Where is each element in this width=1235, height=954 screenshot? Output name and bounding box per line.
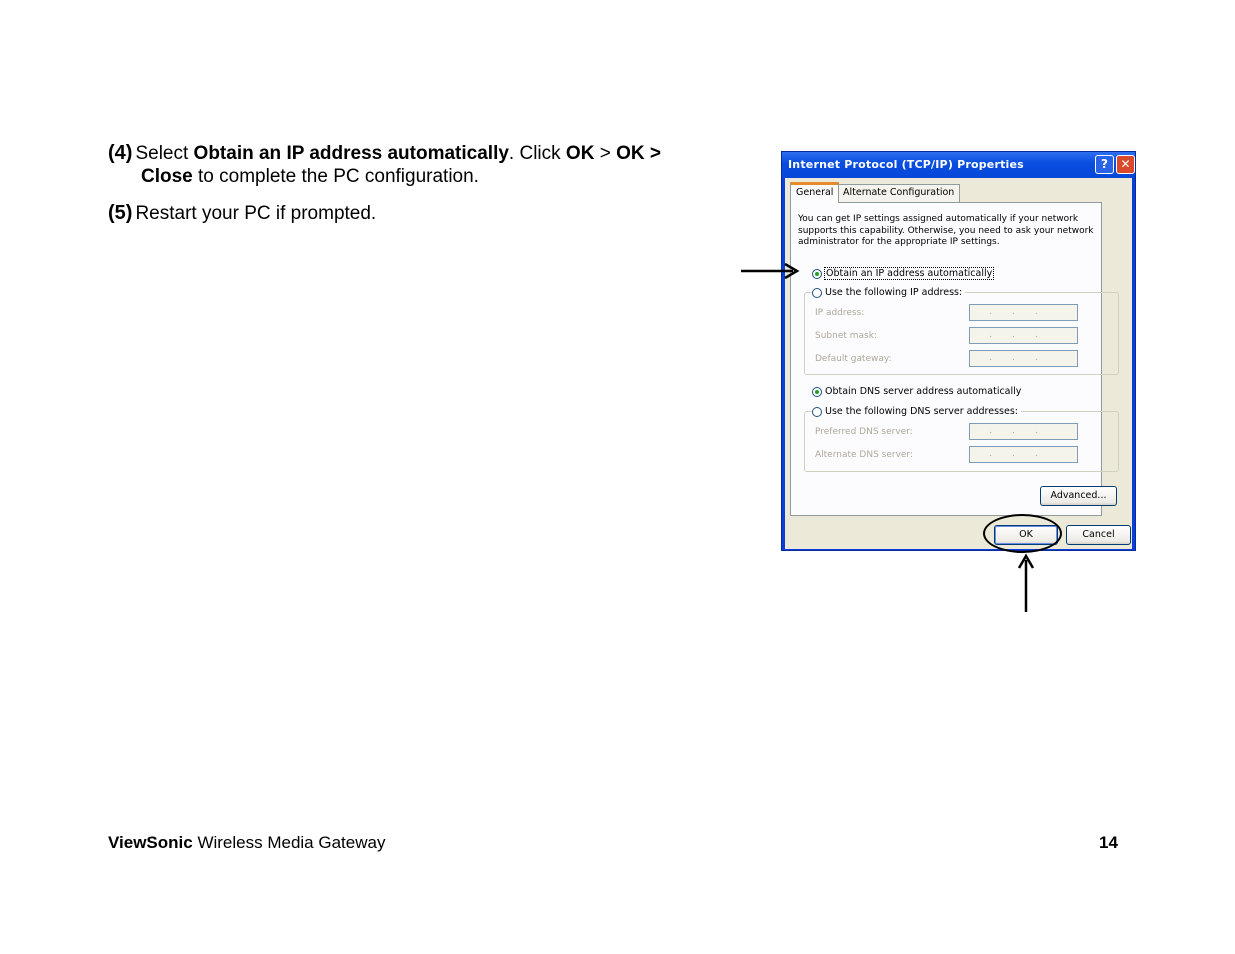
page-number: 14 [1099, 833, 1118, 852]
right-arrow-icon [741, 262, 800, 280]
footer-product: ViewSonic Wireless Media Gateway [108, 833, 385, 853]
tab-general[interactable]: General [790, 182, 840, 203]
footer-brand: ViewSonic [108, 833, 193, 852]
up-arrow-icon [1017, 553, 1035, 612]
callout-arrows [741, 262, 1035, 612]
footer-product-name: Wireless Media Gateway [192, 833, 386, 852]
